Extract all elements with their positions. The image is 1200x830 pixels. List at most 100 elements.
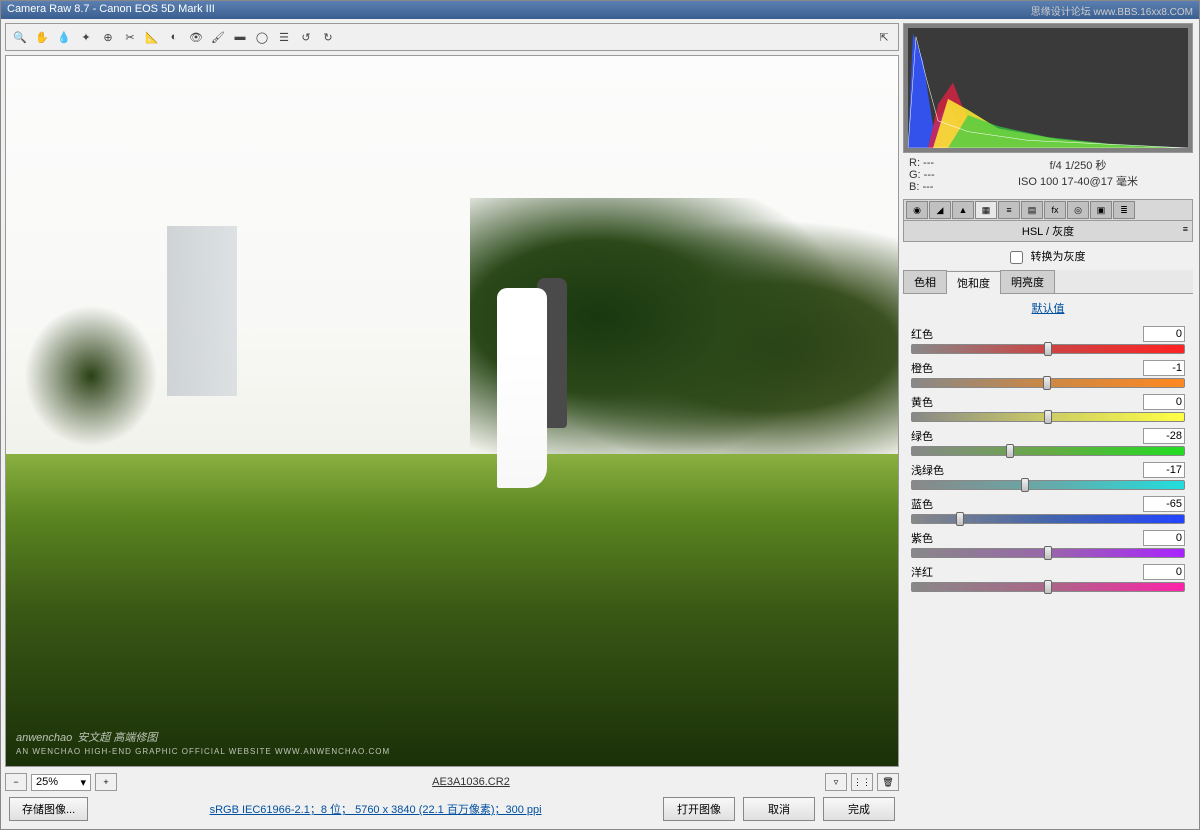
window-title: Camera Raw 8.7 - Canon EOS 5D Mark III (7, 3, 215, 17)
slider-thumb[interactable] (1044, 580, 1052, 594)
titlebar: Camera Raw 8.7 - Canon EOS 5D Mark III 思… (1, 1, 1199, 19)
slider-value-input[interactable] (1143, 496, 1185, 512)
slider-thumb[interactable] (1043, 376, 1051, 390)
histogram[interactable] (908, 28, 1188, 148)
slider-track[interactable] (911, 480, 1185, 490)
panel-tab-lens[interactable]: ▤ (1021, 201, 1043, 219)
panel-tab-basic[interactable]: ◉ (906, 201, 928, 219)
preview-area[interactable]: anwenchao 安文超 高端修图 AN WENCHAO HIGH-END G… (5, 55, 899, 767)
color-sampler-icon[interactable]: ✦ (76, 27, 96, 47)
grayscale-checkbox[interactable] (1010, 251, 1023, 264)
rotate-cw-icon[interactable]: ↻ (318, 27, 338, 47)
slider-value-input[interactable] (1143, 564, 1185, 580)
slider-label: 洋红 (911, 564, 933, 580)
slider-track[interactable] (911, 412, 1185, 422)
watermark-forum: 思缘设计论坛 www.BBS.16xx8.COM (1031, 3, 1193, 17)
slider-row-6: 紫色 (911, 530, 1185, 558)
slider-value-input[interactable] (1143, 428, 1185, 444)
slider-track[interactable] (911, 378, 1185, 388)
hsl-sub-tabs: 色相饱和度明亮度 (903, 270, 1193, 294)
zoom-in-button[interactable]: + (95, 773, 117, 791)
filename-label[interactable]: AE3A1036.CR2 (121, 776, 821, 788)
slider-track[interactable] (911, 582, 1185, 592)
slider-thumb[interactable] (1044, 546, 1052, 560)
slider-track[interactable] (911, 446, 1185, 456)
rgb-values: R: --- G: --- B: --- (909, 157, 969, 193)
default-link[interactable]: 默认值 (903, 294, 1193, 322)
histogram-box: ▲ ▲ (903, 23, 1193, 153)
panel-tab-tone-curve[interactable]: ◢ (929, 201, 951, 219)
slider-thumb[interactable] (1021, 478, 1029, 492)
sub-tab-2[interactable]: 明亮度 (1000, 270, 1055, 293)
save-image-button[interactable]: 存储图像... (9, 797, 88, 821)
target-adjust-icon[interactable]: ⊕ (98, 27, 118, 47)
slider-label: 绿色 (911, 428, 933, 444)
panel-tab-snapshots[interactable]: ≣ (1113, 201, 1135, 219)
straighten-icon[interactable]: 📐 (142, 27, 162, 47)
rating-button[interactable]: ⋮⋮ (851, 773, 873, 791)
redeye-icon[interactable]: 👁 (186, 27, 206, 47)
slider-track[interactable] (911, 344, 1185, 354)
adjust-brush-icon[interactable]: 🖌 (208, 27, 228, 47)
open-image-button[interactable]: 打开图像 (663, 797, 735, 821)
main-layout: 🔍 ✋ 💧 ✦ ⊕ ✂ 📐 ◐ 👁 🖌 ▬ ◯ ☰ ↺ ↻ ⇱ (1, 19, 1199, 829)
panel-tabs: ◉◢▲▦≡▤fx◎▣≣ (903, 199, 1193, 221)
panel-tab-effects[interactable]: fx (1044, 201, 1066, 219)
mark-button[interactable]: ▿ (825, 773, 847, 791)
panel-tab-camera[interactable]: ◎ (1067, 201, 1089, 219)
prefs-icon[interactable]: ☰ (274, 27, 294, 47)
rotate-ccw-icon[interactable]: ↺ (296, 27, 316, 47)
exif-iso-lens: ISO 100 17-40@17 毫米 (969, 173, 1187, 189)
sliders-container: 红色橙色黄色绿色浅绿色蓝色紫色洋红 (903, 322, 1193, 602)
slider-label: 浅绿色 (911, 462, 944, 478)
panel-tab-detail[interactable]: ▲ (952, 201, 974, 219)
grayscale-row: 转换为灰度 (903, 242, 1193, 270)
zoom-out-button[interactable]: − (5, 773, 27, 791)
done-button[interactable]: 完成 (823, 797, 895, 821)
workflow-options-link[interactable]: sRGB IEC61966-2.1；8 位； 5760 x 3840 (22.1… (96, 801, 655, 817)
right-pane: ▲ ▲ R: --- G: --- B: --- (903, 19, 1199, 829)
sub-tab-0[interactable]: 色相 (903, 270, 947, 293)
fullscreen-icon[interactable]: ⇱ (874, 27, 894, 47)
zoom-tool-icon[interactable]: 🔍 (10, 27, 30, 47)
graduated-filter-icon[interactable]: ▬ (230, 27, 250, 47)
g-value: G: --- (909, 169, 969, 181)
chevron-down-icon: ▾ (80, 776, 86, 789)
slider-value-input[interactable] (1143, 394, 1185, 410)
slider-value-input[interactable] (1143, 326, 1185, 342)
slider-thumb[interactable] (1006, 444, 1014, 458)
radial-filter-icon[interactable]: ◯ (252, 27, 272, 47)
rgb-readout: R: --- G: --- B: --- f/4 1/250 秒 ISO 100… (903, 155, 1193, 195)
slider-value-input[interactable] (1143, 462, 1185, 478)
delete-button[interactable]: 🗑 (877, 773, 899, 791)
slider-thumb[interactable] (956, 512, 964, 526)
slider-value-input[interactable] (1143, 360, 1185, 376)
slider-track[interactable] (911, 548, 1185, 558)
panel-tab-split-tone[interactable]: ≡ (998, 201, 1020, 219)
photo-preview: anwenchao 安文超 高端修图 AN WENCHAO HIGH-END G… (6, 56, 898, 766)
zoom-level-select[interactable]: 25%▾ (31, 774, 91, 791)
slider-row-1: 橙色 (911, 360, 1185, 388)
slider-row-0: 红色 (911, 326, 1185, 354)
slider-value-input[interactable] (1143, 530, 1185, 546)
footer-bar: 存储图像... sRGB IEC61966-2.1；8 位； 5760 x 38… (5, 793, 899, 825)
slider-thumb[interactable] (1044, 410, 1052, 424)
photo-building (167, 226, 237, 396)
crop-tool-icon[interactable]: ✂ (120, 27, 140, 47)
panel-menu-icon[interactable]: ≡ (1183, 224, 1188, 234)
toolbar: 🔍 ✋ 💧 ✦ ⊕ ✂ 📐 ◐ 👁 🖌 ▬ ◯ ☰ ↺ ↻ ⇱ (5, 23, 899, 51)
spot-removal-icon[interactable]: ◐ (164, 27, 184, 47)
slider-label: 紫色 (911, 530, 933, 546)
panel-tab-hsl[interactable]: ▦ (975, 201, 997, 219)
slider-thumb[interactable] (1044, 342, 1052, 356)
cancel-button[interactable]: 取消 (743, 797, 815, 821)
hand-tool-icon[interactable]: ✋ (32, 27, 52, 47)
sub-tab-1[interactable]: 饱和度 (946, 271, 1001, 294)
exif-readout: f/4 1/250 秒 ISO 100 17-40@17 毫米 (969, 157, 1187, 193)
panel-tab-presets[interactable]: ▣ (1090, 201, 1112, 219)
slider-track[interactable] (911, 514, 1185, 524)
watermark-main: anwenchao (16, 732, 72, 744)
slider-row-4: 浅绿色 (911, 462, 1185, 490)
panel-title: HSL / 灰度 (1022, 226, 1074, 238)
white-balance-icon[interactable]: 💧 (54, 27, 74, 47)
